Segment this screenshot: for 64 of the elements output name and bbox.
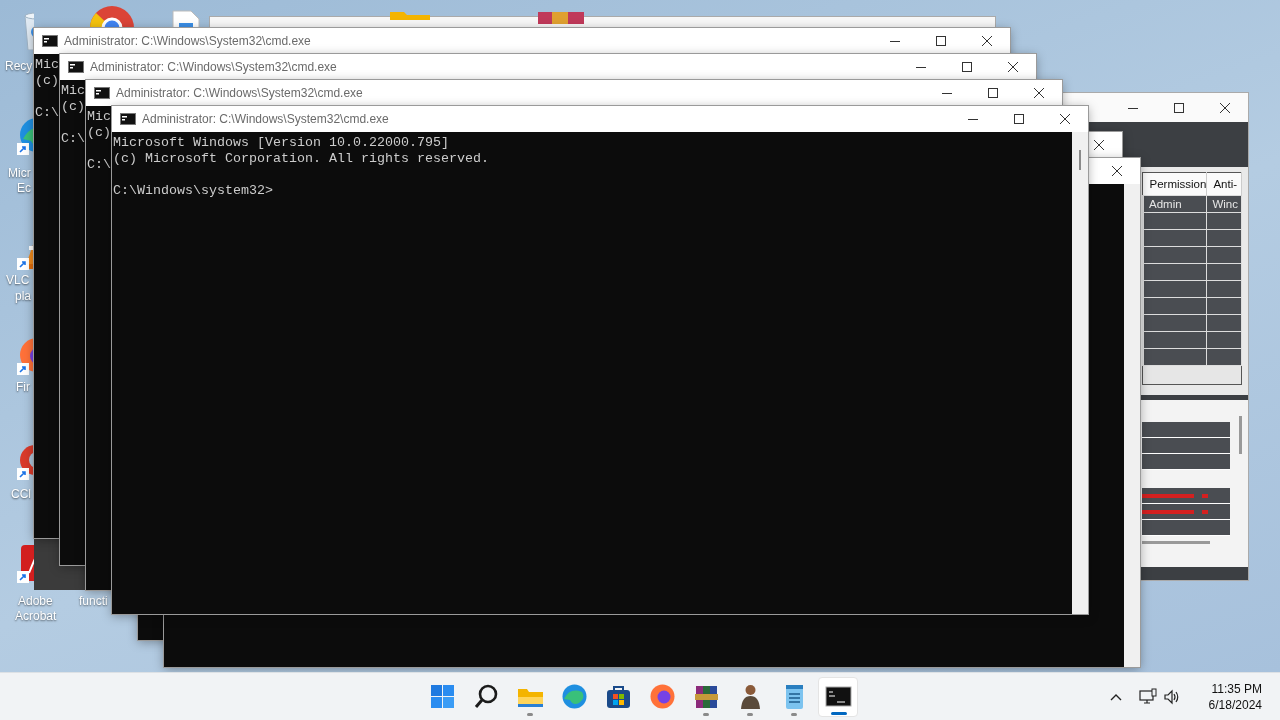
close-icon[interactable] [982,36,992,46]
console-line: Mic [61,83,85,99]
icon-label[interactable]: Ec [17,181,31,196]
scrollbar[interactable] [1239,416,1242,454]
terminal-icon [94,87,110,99]
scrollbar[interactable] [1072,132,1088,614]
column-header[interactable]: Anti- [1206,172,1242,196]
table-cell: Winc [1206,195,1242,213]
icon-label[interactable]: functi [79,594,108,609]
firefox-icon [648,683,676,710]
close-icon[interactable] [1094,140,1104,150]
clock-date: 6/18/2024 [1208,696,1262,713]
window-title: Administrator: C:\Windows\System32\cmd.exe [90,60,337,74]
search-icon [472,683,500,710]
scrollbar[interactable] [1124,184,1140,667]
maximize-icon[interactable] [1014,114,1024,124]
console-line: Mic [87,109,111,125]
shopping-bag-icon [604,683,632,710]
console-line: (c) [87,125,111,141]
command-prompt: C:\ [35,105,59,121]
network-icon[interactable] [1138,687,1157,706]
window-title: Administrator: C:\Windows\System32\cmd.exe [64,34,311,48]
close-icon[interactable] [1220,102,1230,113]
icon-label[interactable]: Micr [8,166,31,181]
maximize-icon[interactable] [988,88,998,98]
scrollbar[interactable] [1142,541,1210,544]
window-title: Administrator: C:\Windows\System32\cmd.exe [142,112,389,126]
speaker-icon[interactable] [1162,687,1181,706]
icon-label[interactable]: CCl [11,487,31,502]
icon-label[interactable]: Recy [5,59,33,74]
command-prompt: C:\Windows\system32> [113,183,273,199]
table-cell: Admin [1143,195,1207,213]
console-line: Mic [35,57,59,73]
window-title: Administrator: C:\Windows\System32\cmd.exe [116,86,363,100]
terminal-icon [42,35,58,47]
maximize-icon[interactable] [936,36,946,46]
icon-label[interactable]: Acrobat [15,609,57,624]
console-line: Microsoft Windows [Version 10.0.22000.795] [113,135,449,151]
console-line: (c) Microsoft Corporation. All rights reserved. [113,151,489,167]
command-prompt: C:\ [87,157,111,173]
edge-icon [560,683,588,710]
icon-label[interactable]: VLC [6,273,30,288]
terminal-icon [68,61,84,73]
icon-label[interactable]: pla [15,289,31,304]
start-icon [428,683,456,710]
maximize-icon[interactable] [1174,102,1184,113]
command-prompt: C:\ [61,131,85,147]
clock-time: 11:35 PM [1211,680,1262,697]
clock[interactable]: 11:35 PM 6/18/2024 [1208,680,1262,713]
console-line: (c) [61,99,85,115]
icon-label[interactable]: Adobe [18,594,53,609]
book-stack-icon[interactable] [538,10,586,24]
close-icon[interactable] [1060,114,1070,124]
icon-label[interactable]: Fir [16,380,30,395]
maximize-icon[interactable] [962,62,972,72]
console-line: (c) [35,73,59,89]
taskbar-button[interactable] [818,676,858,717]
book-stack-icon [692,683,720,710]
close-icon[interactable] [1008,62,1018,72]
close-icon[interactable] [1112,166,1122,176]
terminal-icon [824,683,852,710]
close-icon[interactable] [1034,88,1044,98]
column-header[interactable]: Permission [1143,172,1207,196]
terminal-icon [120,113,136,125]
